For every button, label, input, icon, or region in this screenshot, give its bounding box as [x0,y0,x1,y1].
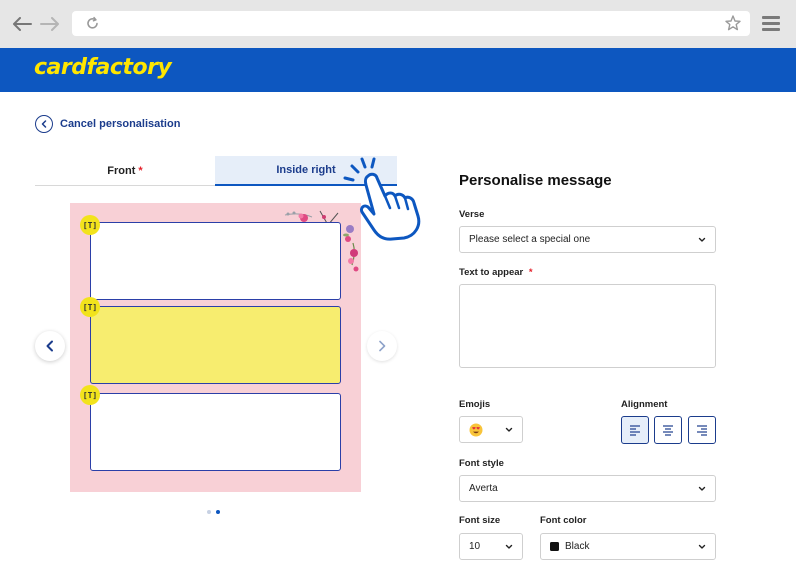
align-right-icon [697,424,707,436]
text-tool-icon[interactable]: [T] [80,215,100,235]
align-left-icon [630,424,640,436]
form-title: Personalise message [459,172,612,189]
text-to-appear-label: Text to appear * [459,267,533,278]
next-page-button[interactable] [367,331,397,361]
heart-eyes-emoji-icon [469,423,483,436]
text-tool-icon[interactable]: [T] [80,297,100,317]
text-tool-icon[interactable]: [T] [80,385,100,405]
text-box-1[interactable] [90,222,341,300]
card-preview: [T] [T] [T] [70,203,361,492]
chevron-down-icon [698,237,706,242]
align-left-button[interactable] [621,416,649,444]
verse-select-value: Please select a special one [469,234,591,245]
tab-inside-right-label: Inside right [276,164,336,176]
pointing-hand-icon [343,157,421,241]
chevron-left-icon [35,115,53,133]
text-box-2[interactable] [90,306,341,384]
font-size-select[interactable]: 10 [459,533,523,560]
pagination-dot-active[interactable] [216,510,220,514]
text-box-3[interactable] [90,393,341,471]
reload-icon[interactable] [84,15,101,32]
cancel-personalisation-label: Cancel personalisation [60,118,181,130]
site-header: cardfactory [0,48,796,92]
font-style-value: Averta [469,483,498,494]
font-color-value: Black [565,541,590,552]
back-arrow-icon[interactable] [12,14,32,34]
font-color-select[interactable]: Black [540,533,716,560]
chevron-left-icon [46,340,53,352]
chevron-down-icon [505,427,513,432]
font-style-label: Font style [459,458,504,469]
required-asterisk: * [138,164,143,177]
chevron-right-icon [379,340,386,352]
verse-select[interactable]: Please select a special one [459,226,716,253]
alignment-label: Alignment [621,399,668,410]
tab-front-label: Front [107,164,136,177]
align-center-icon [663,424,673,436]
emojis-label: Emojis [459,399,491,410]
emoji-select[interactable] [459,416,523,443]
hamburger-menu-icon[interactable] [762,16,780,32]
font-style-select[interactable]: Averta [459,475,716,502]
text-to-appear-input[interactable] [459,284,716,368]
chevron-down-icon [505,544,513,549]
cancel-personalisation-link[interactable]: Cancel personalisation [35,115,180,133]
required-asterisk: * [528,267,533,278]
logo[interactable]: cardfactory [34,55,172,80]
text-to-appear-label-text: Text to appear [459,267,524,278]
font-color-label: Font color [540,515,587,526]
star-icon[interactable] [724,14,742,32]
align-right-button[interactable] [688,416,716,444]
verse-label: Verse [459,209,485,220]
previous-page-button[interactable] [35,331,65,361]
align-center-button[interactable] [654,416,682,444]
font-size-value: 10 [469,541,481,552]
browser-toolbar [0,0,796,48]
forward-arrow-icon[interactable] [40,14,60,34]
font-size-label: Font size [459,515,501,526]
chevron-down-icon [698,544,706,549]
pagination-dots [207,510,220,514]
tab-front[interactable]: Front * [35,156,215,186]
color-swatch [550,542,559,551]
address-bar[interactable] [72,11,750,36]
pagination-dot[interactable] [207,510,211,514]
chevron-down-icon [698,486,706,491]
page: cardfactory Cancel personalisation Front… [0,0,796,572]
